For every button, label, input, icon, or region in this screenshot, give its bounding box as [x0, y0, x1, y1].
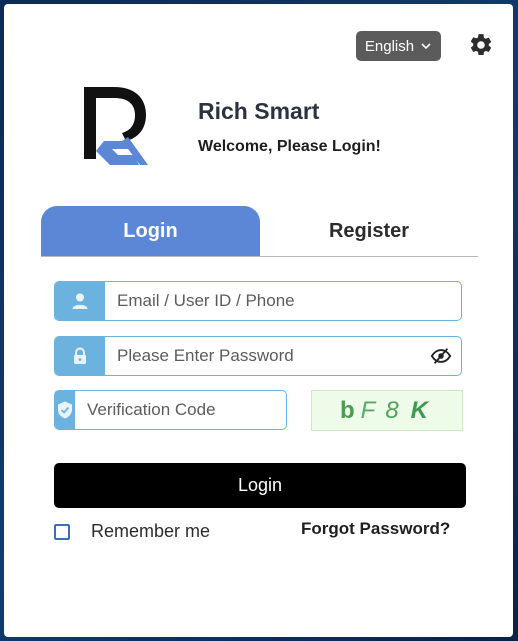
login-button[interactable]: Login	[54, 463, 466, 508]
captcha-char: 8	[385, 396, 405, 424]
gear-icon[interactable]	[468, 32, 494, 58]
eye-slash-icon[interactable]	[421, 337, 461, 375]
language-label: English	[364, 37, 415, 55]
forgot-password-link[interactable]: Forgot Password?	[301, 519, 450, 539]
brand-logo	[84, 87, 148, 165]
remember-me[interactable]: Remember me	[54, 521, 210, 542]
language-selector[interactable]: English	[356, 31, 441, 61]
password-input[interactable]	[105, 337, 421, 375]
captcha-char: K	[410, 396, 435, 424]
lock-icon	[55, 337, 105, 375]
verification-input[interactable]	[75, 391, 286, 429]
account-field	[54, 281, 462, 321]
captcha-image[interactable]: b F 8 K	[311, 390, 463, 431]
welcome-message: Welcome, Please Login!	[198, 138, 381, 155]
captcha-char: b	[339, 396, 361, 424]
shield-check-icon	[55, 391, 75, 429]
tab-register[interactable]: Register	[260, 206, 478, 256]
verification-field	[54, 390, 287, 430]
remember-checkbox[interactable]	[54, 523, 70, 540]
brand-name: Rich Smart	[198, 98, 320, 124]
auth-tabs: Login Register	[41, 206, 478, 256]
remember-label: Remember me	[91, 521, 211, 541]
tab-divider	[41, 256, 478, 257]
tab-login[interactable]: Login	[41, 206, 260, 256]
account-input[interactable]	[105, 282, 461, 320]
login-window: English Rich Smart Welcome, Please Login…	[4, 4, 513, 637]
user-icon	[55, 282, 105, 320]
password-field	[54, 336, 462, 376]
chevron-down-icon	[421, 43, 431, 50]
captcha-char: F	[360, 396, 382, 424]
